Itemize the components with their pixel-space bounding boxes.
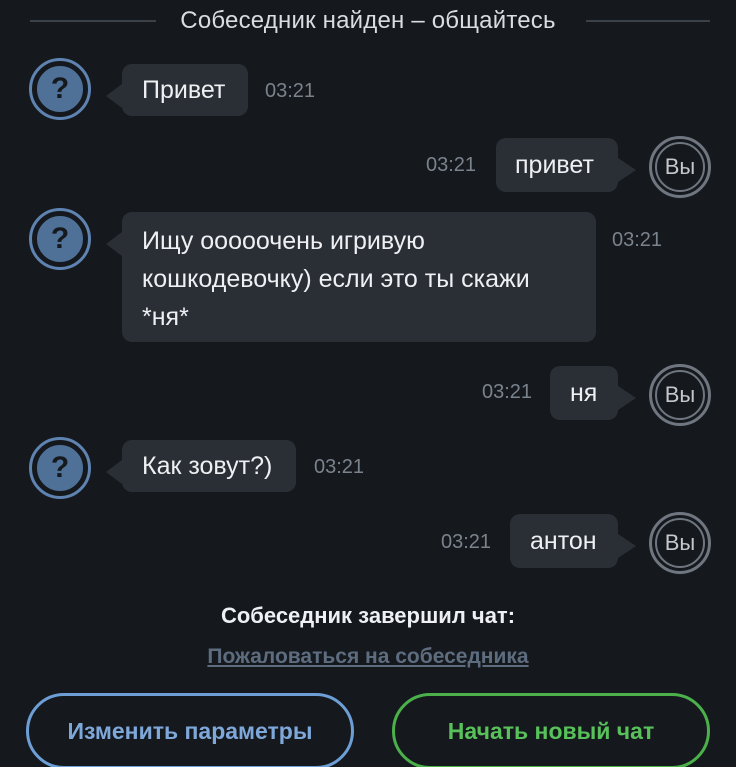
message-text: привет [515,151,594,179]
message-bubble-outgoing[interactable]: антон [510,514,636,568]
question-mark-icon: ? [50,72,70,105]
message-text-line: *ня* [142,303,189,331]
divider-left [30,20,156,22]
chat-status-text: Собеседник найден – общайтесь [180,7,556,34]
my-avatar: Вы [649,512,711,574]
message-time: 03:21 [612,229,663,251]
my-avatar: Вы [649,136,711,198]
divider-right [586,20,710,22]
message-bubble-outgoing[interactable]: привет [496,138,636,192]
change-params-button[interactable]: Изменить параметры [26,693,354,767]
stranger-avatar: ? [29,58,91,120]
my-avatar-label: Вы [664,382,696,407]
message-time: 03:21 [426,154,477,176]
my-avatar-label: Вы [664,530,696,555]
message-bubble-incoming[interactable]: Ищу ооооочень игривую кошкодевочку) если… [106,212,596,342]
chat-ended-text: Собеседник завершил чат: [220,603,516,628]
message-time: 03:21 [314,456,365,478]
change-params-label: Изменить параметры [67,717,313,744]
message-text: ня [570,379,598,407]
message-bubble-incoming[interactable]: Привет [106,64,248,116]
my-avatar-label: Вы [664,154,696,179]
message-time: 03:21 [482,381,533,403]
message-text-line: кошкодевочку) если это ты скажи [142,265,530,293]
report-partner-link[interactable]: Пожаловаться на собеседника [0,645,736,669]
chat-status-header: Собеседник найден – общайтесь [0,0,736,42]
message-text: Как зовут?) [142,452,273,480]
message-text: антон [530,527,597,555]
my-avatar: Вы [649,364,711,426]
stranger-avatar: ? [29,437,91,499]
new-chat-label: Начать новый чат [447,717,655,744]
message-bubble-incoming[interactable]: Как зовут?) [106,440,296,492]
question-mark-icon: ? [50,451,70,484]
chat-screen: Собеседник найден – общайтесь ? Привет 0… [0,0,736,767]
new-chat-button[interactable]: Начать новый чат [392,693,710,767]
message-time: 03:21 [441,531,492,553]
message-text-line: Ищу ооооочень игривую [142,227,425,255]
stranger-avatar: ? [29,208,91,270]
message-time: 03:21 [265,80,316,102]
message-bubble-outgoing[interactable]: ня [550,366,636,420]
question-mark-icon: ? [50,222,70,255]
message-text: Привет [142,76,226,104]
